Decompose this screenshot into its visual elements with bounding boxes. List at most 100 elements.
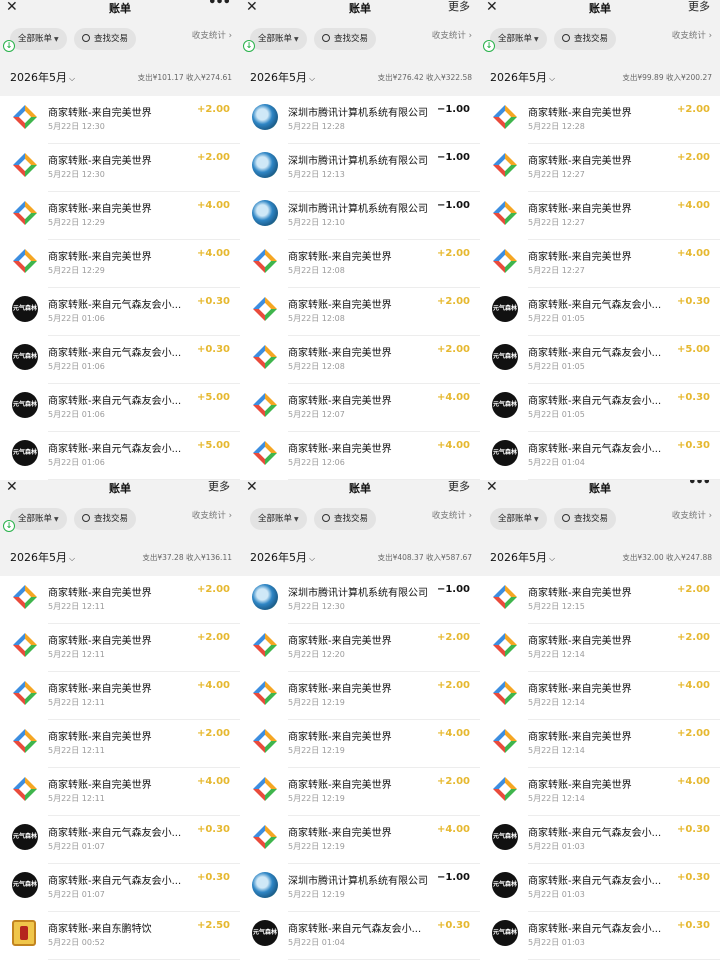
transaction-name: 深圳市腾讯计算机系统有限公司 <box>288 108 428 119</box>
search-transactions-button[interactable]: 查找交易 <box>74 28 137 50</box>
merchant-avatar: 元气森林 <box>492 920 518 946</box>
transaction-row[interactable]: 元气森林 商家转账-来自元气森友会小... 5月22日 01:05 +0.30 <box>480 384 720 432</box>
transaction-row[interactable]: 深圳市腾讯计算机系统有限公司 5月22日 12:10 −1.00 <box>240 192 480 240</box>
transaction-name: 商家转账-来自完美世界 <box>528 588 632 599</box>
transaction-row[interactable]: 元气森林 商家转账-来自元气森友会小... 5月22日 01:05 +0.30 <box>480 288 720 336</box>
income-expense-stats-link[interactable]: 收支统计 › <box>672 509 712 521</box>
transaction-row[interactable]: 商家转账-来自完美世界 5月22日 12:19 +2.00 <box>240 768 480 816</box>
search-icon <box>82 34 90 42</box>
search-transactions-button[interactable]: 查找交易 <box>554 28 617 50</box>
more-button[interactable]: 更多 <box>208 480 230 494</box>
all-bills-filter[interactable]: 全部账单 ▼ <box>490 508 547 530</box>
month-summary: 支出¥32.00 收入¥247.88 <box>622 553 712 562</box>
transaction-row[interactable]: 元气森林 商家转账-来自元气森友会小... 5月22日 01:06 +0.30 <box>0 336 240 384</box>
month-selector[interactable]: 2026年5月 ⌵ <box>10 549 75 565</box>
transaction-row[interactable]: 商家转账-来自完美世界 5月22日 12:14 +2.00 <box>480 720 720 768</box>
transaction-row[interactable]: 商家转账-来自完美世界 5月22日 12:29 +4.00 <box>0 240 240 288</box>
search-transactions-button[interactable]: 查找交易 <box>554 508 617 530</box>
more-menu-icon[interactable]: ••• <box>208 0 231 10</box>
transaction-row[interactable]: 商家转账-来自完美世界 5月22日 12:27 +4.00 <box>480 240 720 288</box>
download-icon[interactable]: ↓ <box>243 40 255 52</box>
income-expense-stats-link[interactable]: 收支统计 › <box>192 29 232 41</box>
download-icon[interactable]: ↓ <box>3 40 15 52</box>
transaction-row[interactable]: 深圳市腾讯计算机系统有限公司 5月22日 12:19 −1.00 <box>240 864 480 912</box>
transaction-row[interactable]: 商家转账-来自完美世界 5月22日 12:11 +2.00 <box>0 624 240 672</box>
month-selector[interactable]: 2026年5月 ⌵ <box>490 549 555 565</box>
all-bills-filter[interactable]: 全部账单 ▼ <box>250 28 307 50</box>
transaction-row[interactable]: 深圳市腾讯计算机系统有限公司 5月22日 12:28 −1.00 <box>240 96 480 144</box>
transaction-row[interactable]: 商家转账-来自完美世界 5月22日 12:27 +2.00 <box>480 144 720 192</box>
transaction-row[interactable]: 元气森林 商家转账-来自元气森友会小... 5月22日 01:06 +5.00 <box>0 384 240 432</box>
more-button[interactable]: 更多 <box>688 0 710 14</box>
income-expense-stats-link[interactable]: 收支统计 › <box>192 509 232 521</box>
transaction-row[interactable]: 元气森林 商家转账-来自元气森友会小... 5月22日 01:06 +5.00 <box>0 432 240 480</box>
transaction-row[interactable]: 商家转账-来自完美世界 5月22日 12:30 +2.00 <box>0 96 240 144</box>
transaction-row[interactable]: 商家转账-来自完美世界 5月22日 12:19 +4.00 <box>240 816 480 864</box>
transaction-row[interactable]: 商家转账-来自完美世界 5月22日 12:08 +2.00 <box>240 336 480 384</box>
all-bills-filter[interactable]: 全部账单 ▼ <box>10 28 67 50</box>
transaction-row[interactable]: 商家转账-来自完美世界 5月22日 12:11 +2.00 <box>0 720 240 768</box>
transaction-row[interactable]: 商家转账-来自完美世界 5月22日 12:30 +2.00 <box>0 144 240 192</box>
transaction-row[interactable]: 元气森林 商家转账-来自元气森友会小... 5月22日 01:06 +0.30 <box>0 288 240 336</box>
transaction-row[interactable]: 商家转账-来自完美世界 5月22日 12:14 +4.00 <box>480 768 720 816</box>
transaction-name: 商家转账-来自完美世界 <box>528 156 632 167</box>
transaction-amount: +2.00 <box>676 152 710 163</box>
income-expense-stats-link[interactable]: 收支统计 › <box>432 509 472 521</box>
tencent-logo-icon <box>252 152 278 178</box>
search-transactions-button[interactable]: 查找交易 <box>74 508 137 530</box>
transaction-row[interactable]: 元气森林 商家转账-来自元气森友会小... 5月22日 01:05 +5.00 <box>480 336 720 384</box>
month-selector[interactable]: 2026年5月 ⌵ <box>490 69 555 85</box>
all-bills-filter[interactable]: 全部账单 ▼ <box>250 508 307 530</box>
transaction-row[interactable]: 商家转账-来自完美世界 5月22日 12:19 +4.00 <box>240 720 480 768</box>
transaction-row[interactable]: 商家转账-来自完美世界 5月22日 12:20 +2.00 <box>240 624 480 672</box>
month-selector[interactable]: 2026年5月 ⌵ <box>250 69 315 85</box>
transaction-row[interactable]: 商家转账-来自完美世界 5月22日 12:27 +4.00 <box>480 192 720 240</box>
transaction-row[interactable]: 商家转账-来自完美世界 5月22日 12:06 +4.00 <box>240 432 480 480</box>
transaction-row[interactable]: 深圳市腾讯计算机系统有限公司 5月22日 12:13 −1.00 <box>240 144 480 192</box>
transaction-row[interactable]: 商家转账-来自完美世界 5月22日 12:11 +4.00 <box>0 672 240 720</box>
merchant-avatar <box>252 152 278 178</box>
download-icon[interactable]: ↓ <box>483 40 495 52</box>
income-expense-stats-link[interactable]: 收支统计 › <box>432 29 472 41</box>
more-button[interactable]: 更多 <box>448 480 470 494</box>
more-menu-icon[interactable]: ••• <box>688 480 711 490</box>
transaction-row[interactable]: 元气森林 商家转账-来自元气森友会小... 5月22日 01:03 +0.30 <box>480 864 720 912</box>
merchant-avatar: 元气森林 <box>252 920 278 946</box>
transaction-row[interactable]: 商家转账-来自完美世界 5月22日 12:11 +4.00 <box>0 768 240 816</box>
transaction-row[interactable]: 商家转账-来自完美世界 5月22日 12:11 +2.00 <box>0 576 240 624</box>
transaction-row[interactable]: 商家转账-来自完美世界 5月22日 12:14 +2.00 <box>480 624 720 672</box>
transaction-row[interactable]: 元气森林 商家转账-来自元气森友会小... 5月22日 01:04 +0.30 <box>480 432 720 480</box>
transaction-row[interactable]: 元气森林 商家转账-来自元气森友会小... 5月22日 01:03 +0.30 <box>480 816 720 864</box>
search-transactions-button[interactable]: 查找交易 <box>314 508 377 530</box>
download-icon[interactable]: ↓ <box>3 520 15 532</box>
transaction-row[interactable]: 商家转账-来自完美世界 5月22日 12:29 +4.00 <box>0 192 240 240</box>
all-bills-filter[interactable]: 全部账单 ▼ <box>490 28 547 50</box>
transaction-row[interactable]: 元气森林 商家转账-来自元气森友会小... 5月22日 01:07 +0.30 <box>0 816 240 864</box>
transaction-row[interactable]: 商家转账-来自东鹏特饮 5月22日 00:52 +2.50 <box>0 912 240 960</box>
more-button[interactable]: 更多 <box>448 0 470 14</box>
transaction-time: 5月22日 12:07 <box>288 410 345 419</box>
all-bills-filter[interactable]: 全部账单 ▼ <box>10 508 67 530</box>
transaction-row[interactable]: 商家转账-来自完美世界 5月22日 12:19 +2.00 <box>240 672 480 720</box>
transaction-name: 商家转账-来自完美世界 <box>288 636 392 647</box>
transaction-row[interactable]: 深圳市腾讯计算机系统有限公司 5月22日 12:30 −1.00 <box>240 576 480 624</box>
transaction-row[interactable]: 商家转账-来自完美世界 5月22日 12:15 +2.00 <box>480 576 720 624</box>
transaction-row[interactable]: 商家转账-来自完美世界 5月22日 12:08 +2.00 <box>240 240 480 288</box>
transaction-row[interactable]: 商家转账-来自完美世界 5月22日 12:14 +4.00 <box>480 672 720 720</box>
merchant-avatar <box>12 776 38 802</box>
month-selector[interactable]: 2026年5月 ⌵ <box>10 69 75 85</box>
search-transactions-button[interactable]: 查找交易 <box>314 28 377 50</box>
transaction-time: 5月22日 01:03 <box>528 938 585 947</box>
transaction-row[interactable]: 商家转账-来自完美世界 5月22日 12:28 +2.00 <box>480 96 720 144</box>
transaction-row[interactable]: 商家转账-来自完美世界 5月22日 12:07 +4.00 <box>240 384 480 432</box>
month-selector[interactable]: 2026年5月 ⌵ <box>250 549 315 565</box>
transaction-amount: +4.00 <box>196 776 230 787</box>
transaction-time: 5月22日 12:13 <box>288 170 345 179</box>
transaction-row[interactable]: 元气森林 商家转账-来自元气森友会小... 5月22日 01:04 +0.30 <box>240 912 480 960</box>
income-expense-stats-link[interactable]: 收支统计 › <box>672 29 712 41</box>
transaction-row[interactable]: 商家转账-来自完美世界 5月22日 12:08 +2.00 <box>240 288 480 336</box>
transaction-time: 5月22日 12:19 <box>288 794 345 803</box>
transaction-row[interactable]: 元气森林 商家转账-来自元气森友会小... 5月22日 01:07 +0.30 <box>0 864 240 912</box>
transaction-row[interactable]: 元气森林 商家转账-来自元气森友会小... 5月22日 01:03 +0.30 <box>480 912 720 960</box>
transaction-name: 商家转账-来自完美世界 <box>528 108 632 119</box>
